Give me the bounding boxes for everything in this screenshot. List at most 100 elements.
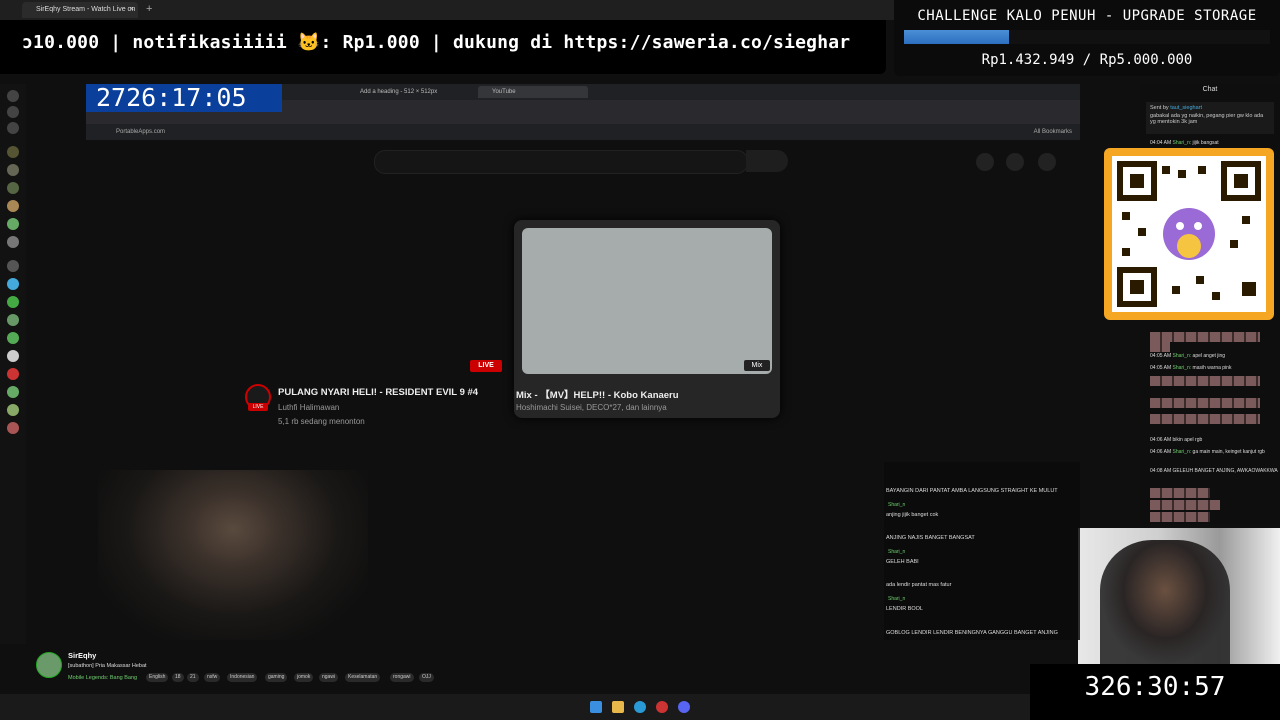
channel-avatar-icon[interactable] [7, 146, 19, 158]
chat-text: ga main main, keinget kanjut rgb [1192, 449, 1265, 455]
live-avatar-badge: LIVE [248, 403, 268, 411]
browse-icon[interactable] [7, 106, 19, 118]
stream-info-bar [0, 644, 1030, 694]
chat-time: 04:05 AM [1150, 365, 1172, 371]
chat-text: jijik bangsat [1192, 140, 1219, 146]
chat-text: masih warna pink [1192, 365, 1232, 371]
tag[interactable]: OJJ [419, 673, 434, 682]
ticker-text: ɔ10.000 | notifikasiiiii 🐱: Rp1.000 | du… [22, 32, 851, 53]
os-tab[interactable]: SirEqhy Stream - Watch Live on Ki × [22, 2, 138, 29]
avatar[interactable] [1038, 153, 1056, 171]
challenge-amount: Rp1.432.949 / Rp5.000.000 [981, 52, 1193, 68]
channel-avatar-icon[interactable] [7, 350, 19, 362]
live-viewers: 5,1 rb sedang menonton [278, 417, 365, 426]
chat-message: anjing jijik banget cok [886, 512, 939, 518]
channel-avatar-icon[interactable] [7, 182, 19, 194]
create-icon[interactable] [976, 153, 994, 171]
tag[interactable]: English [146, 673, 169, 682]
emote-row [1150, 398, 1260, 408]
channel-avatar-icon[interactable] [7, 332, 19, 344]
channel-avatar-icon[interactable] [7, 404, 19, 416]
channel-avatar-icon[interactable] [7, 386, 19, 398]
tag[interactable]: jomok [294, 673, 314, 682]
chat-line: 04:06 AM Shari_n: ga main main, keinget … [1150, 449, 1265, 455]
chat-time: 04:08 AM [1150, 468, 1172, 474]
heart-icon[interactable] [7, 122, 19, 134]
channel-avatar-icon[interactable] [7, 218, 19, 230]
webcam-feed [98, 470, 368, 640]
channel-avatar-icon[interactable] [7, 164, 19, 176]
browser-tab-label: Add a heading - 512 × 512px [360, 89, 438, 95]
live-channel[interactable]: Luthfi Halimawan [278, 403, 339, 412]
windows-start-icon[interactable] [590, 701, 602, 713]
stream-timer: 326:30:57 [1084, 672, 1226, 702]
home-icon[interactable] [7, 90, 19, 102]
file-explorer-icon[interactable] [612, 701, 624, 713]
pinned-message: Sent by taut_sieghart gabakal ada yg nai… [1146, 102, 1274, 134]
channel-avatar-icon[interactable] [7, 296, 19, 308]
browser-tab[interactable]: Add a heading - 512 × 512px [360, 86, 470, 98]
channel-avatar-icon[interactable] [7, 368, 19, 380]
mix-subtitle: Hoshimachi Suisei, DECO*27, dan lainnya [516, 403, 667, 412]
avatar[interactable] [36, 652, 62, 678]
discord-icon[interactable] [678, 701, 690, 713]
live-title[interactable]: PULANG NYARI HELI! - RESIDENT EVIL 9 #4 [278, 387, 478, 398]
streamer-name[interactable]: SirEqhy [68, 651, 96, 660]
stream-category[interactable]: Mobile Legends: Bang Bang [68, 675, 137, 681]
mix-badge: Mix [744, 360, 770, 371]
search-button[interactable] [746, 150, 788, 172]
new-tab-button[interactable]: + [146, 3, 152, 15]
chat-user: Shari_n: [1172, 353, 1192, 359]
left-sidebar [0, 84, 26, 644]
channel-avatar-icon[interactable] [7, 260, 19, 272]
tag[interactable]: 18 [172, 673, 184, 682]
chat-message: GELEH BABI [886, 559, 919, 565]
app-icon[interactable] [656, 701, 668, 713]
stream-category-label: Mobile Legends: Bang Bang [68, 675, 138, 681]
tag[interactable]: Keselamatan [345, 673, 381, 682]
chat-user: Shari_n: [1172, 449, 1192, 455]
sent-by-user: taut_sieghart [1170, 105, 1202, 111]
edge-icon[interactable] [634, 701, 646, 713]
challenge-title: CHALLENGE KALO PENUH - UPGRADE STORAGE [917, 8, 1257, 24]
close-icon[interactable]: × [130, 2, 134, 18]
chat-time: 04:06 AM [1150, 449, 1172, 455]
channel-avatar-icon[interactable] [7, 236, 19, 248]
chat-username: Shari_n [888, 596, 906, 602]
chat-message: ANJING NAJIS BANGET BANGSAT [886, 535, 975, 541]
channel-avatar-icon[interactable] [7, 422, 19, 434]
chat-user: Shari_n: [1172, 365, 1192, 371]
bookmark-item[interactable]: PortableApps.com [116, 129, 165, 135]
progress-fill [904, 30, 1009, 44]
search-input[interactable] [374, 150, 748, 174]
tag[interactable]: 21 [187, 673, 199, 682]
chat-time: 04:06 AM [1150, 437, 1172, 443]
emote-row [1150, 342, 1170, 352]
emote-row [1150, 512, 1210, 522]
subathon-timer: 2726:17:05 [86, 84, 282, 112]
channel-avatar-icon[interactable] [7, 200, 19, 212]
chat-text: apel anget jing [1192, 353, 1226, 359]
tag[interactable]: ngawi [319, 673, 339, 682]
channel-avatar-icon[interactable] [7, 314, 19, 326]
emote-row [1150, 488, 1210, 498]
all-bookmarks[interactable]: All Bookmarks [1034, 124, 1072, 140]
tag[interactable]: nsfw [204, 673, 221, 682]
emote-row [1150, 500, 1220, 510]
chat-message: GOBLOG LENDIR LENDIR BENINGNYA GANGGU BA… [886, 630, 1058, 636]
mix-title[interactable]: Mix - 【MV】HELP!! - Kobo Kanaeru [516, 387, 679, 401]
live-badge: LIVE [470, 360, 502, 372]
notifications-icon[interactable] [1006, 153, 1024, 171]
emote-row [1150, 376, 1260, 386]
tag[interactable]: Indonesian [227, 673, 258, 682]
channel-avatar-icon[interactable] [7, 278, 19, 290]
browser-tab-active[interactable]: YouTube [478, 86, 588, 98]
stream-title: [subathon] Pria Makassar Hebat [68, 663, 147, 669]
chat-line: 04:06 AM bikin apel rgb [1150, 437, 1202, 443]
tag[interactable]: rongawi [390, 673, 414, 682]
mix-thumbnail[interactable] [522, 228, 772, 374]
chat-line: 04:04 AM Shari_n: jijik bangsat [1150, 140, 1219, 146]
tag[interactable]: gaming [265, 673, 288, 682]
challenge-panel: CHALLENGE KALO PENUH - UPGRADE STORAGE R… [894, 0, 1280, 76]
chat-username: Shari_n [888, 502, 906, 508]
